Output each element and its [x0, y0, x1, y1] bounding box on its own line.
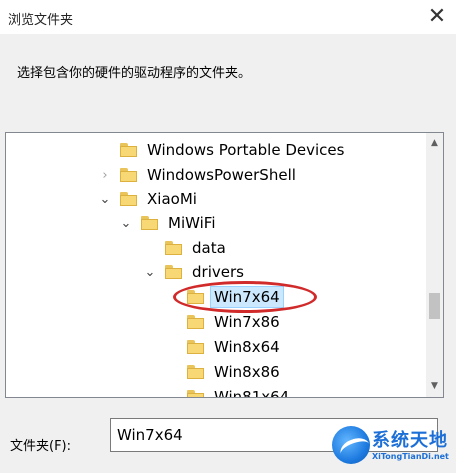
tree-node-label: Win8x64	[214, 338, 280, 356]
folder-icon	[165, 265, 182, 279]
tree-node-label: Win7x86	[214, 313, 280, 331]
folder-icon	[120, 192, 137, 206]
folder-icon	[165, 241, 182, 255]
folder-input[interactable]	[110, 418, 438, 452]
folder-icon	[187, 340, 204, 354]
tree-node-label-selected: Win7x64	[210, 286, 284, 308]
scrollbar-thumb[interactable]	[429, 293, 440, 319]
tree-node-win8x86[interactable]: Win8x86	[165, 360, 283, 384]
tree-node-win81x64[interactable]: Win81x64	[165, 385, 292, 397]
chevron-down-icon[interactable]: ⌄	[98, 187, 112, 211]
scroll-up-icon[interactable]: ▲	[426, 135, 443, 152]
folder-icon	[141, 216, 158, 230]
title-bar: 浏览文件夹 ✕	[0, 0, 456, 34]
tree-node-win7x64[interactable]: Win7x64	[165, 285, 284, 309]
tree-node-windowspowershell[interactable]: › WindowsPowerShell	[98, 163, 299, 187]
folder-tree[interactable]: Windows Portable Devices › WindowsPowerS…	[5, 132, 444, 398]
tree-node-label: Win8x86	[214, 363, 280, 381]
chevron-right-icon[interactable]: ›	[98, 163, 112, 187]
window-title: 浏览文件夹	[8, 13, 74, 28]
tree-node-drivers[interactable]: ⌄ drivers	[143, 260, 247, 284]
folder-icon	[187, 390, 204, 397]
folder-field-label: 文件夹(F):	[10, 439, 72, 454]
tree-body: Windows Portable Devices › WindowsPowerS…	[6, 133, 424, 397]
tree-node-label: Win81x64	[214, 388, 290, 397]
scroll-down-icon[interactable]: ▼	[426, 378, 443, 395]
tree-node-label: WindowsPowerShell	[147, 166, 296, 184]
vertical-scrollbar[interactable]: ▲ ▼	[426, 133, 443, 397]
tree-node-label: drivers	[192, 263, 244, 281]
close-button[interactable]: ✕	[422, 2, 452, 32]
tree-node-label: Windows Portable Devices	[147, 141, 345, 159]
folder-icon	[120, 168, 137, 182]
tree-node-xiaomi[interactable]: ⌄ XiaoMi	[98, 187, 200, 211]
chevron-down-icon[interactable]: ⌄	[143, 260, 157, 284]
tree-node-win8x64[interactable]: Win8x64	[165, 335, 283, 359]
tree-node-miwifi[interactable]: ⌄ MiWiFi	[119, 211, 218, 235]
tree-node-win7x86[interactable]: Win7x86	[165, 310, 283, 334]
tree-node-label: data	[192, 239, 226, 257]
folder-icon	[187, 315, 204, 329]
tree-node-windows-portable-devices[interactable]: Windows Portable Devices	[98, 138, 347, 162]
dialog-prompt: 选择包含你的硬件的驱动程序的文件夹。	[17, 66, 252, 81]
chevron-down-icon[interactable]: ⌄	[119, 211, 133, 235]
folder-icon	[187, 290, 204, 304]
folder-icon	[120, 143, 137, 157]
folder-icon	[187, 365, 204, 379]
tree-node-label: MiWiFi	[168, 214, 216, 232]
watermark-subtext: XiTongTianDi.net	[372, 452, 449, 461]
tree-node-label: XiaoMi	[147, 190, 197, 208]
tree-node-data[interactable]: data	[143, 236, 229, 260]
